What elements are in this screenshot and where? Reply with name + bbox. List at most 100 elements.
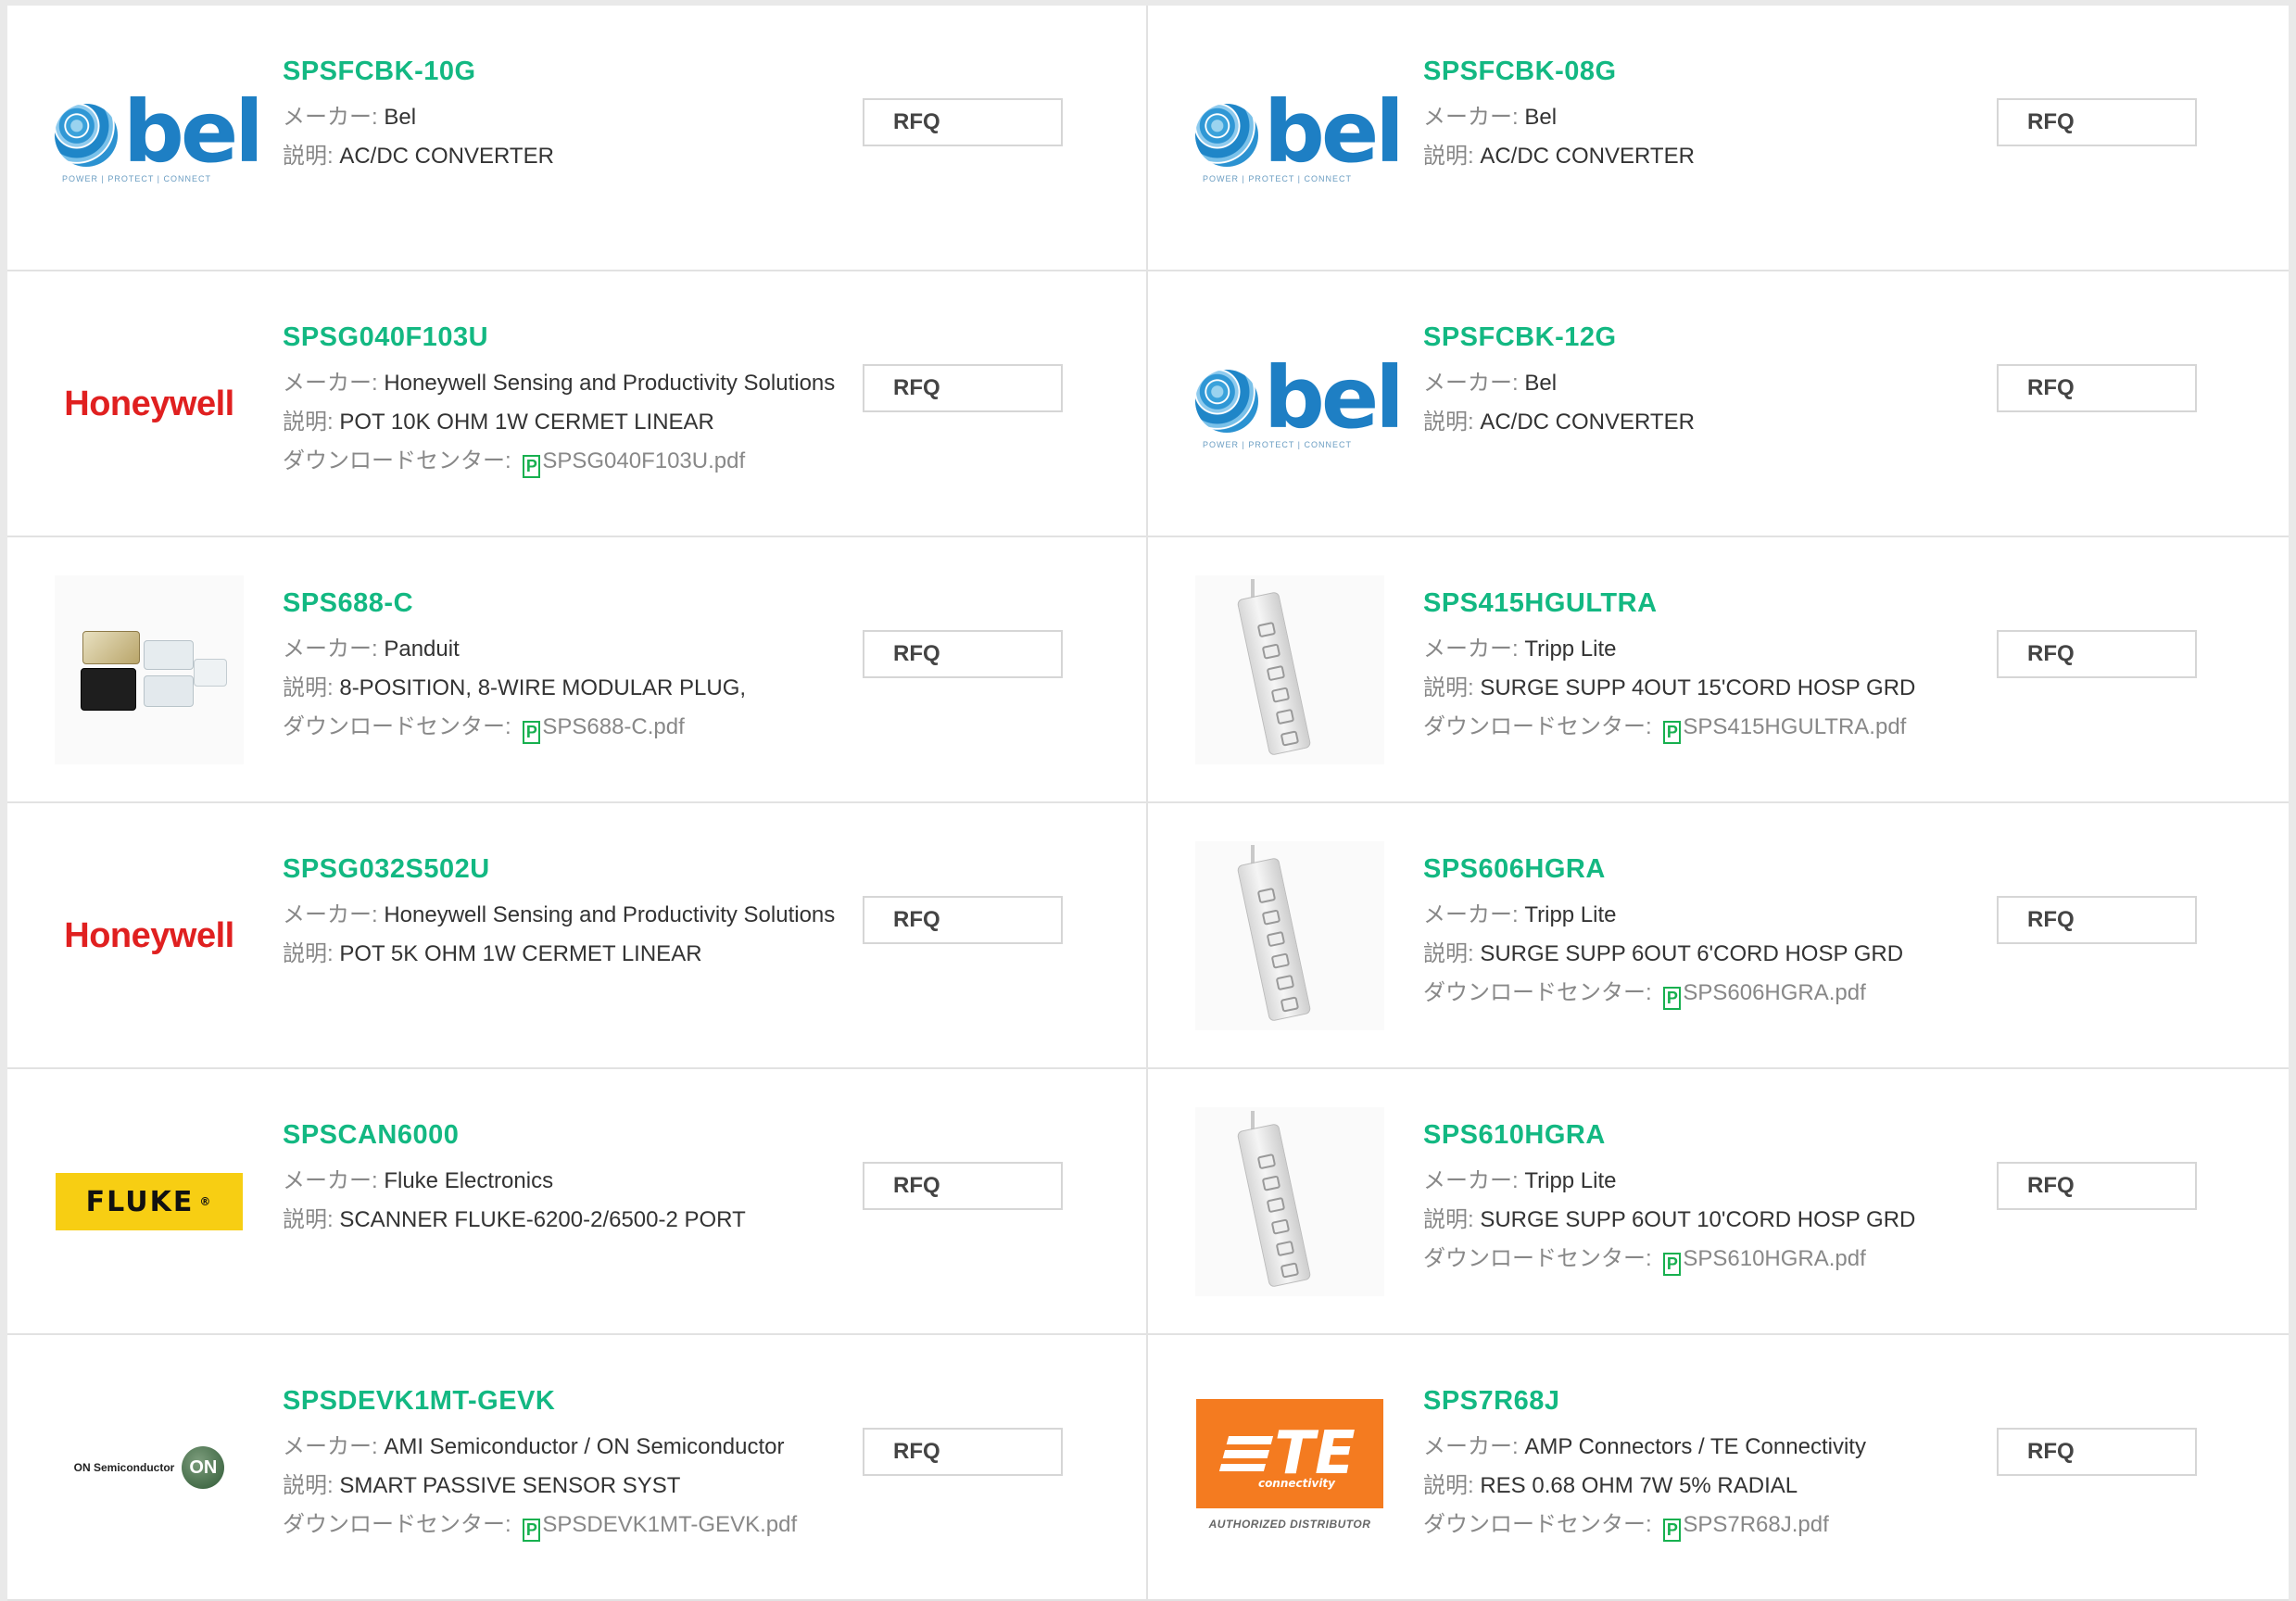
product-card: ON Semiconductor ON SPSDEVK1MT-GEVK メーカー: … bbox=[7, 1335, 1148, 1601]
datasheet-link[interactable]: SPS688-C.pdf bbox=[542, 714, 684, 739]
pdf-icon[interactable]: P bbox=[523, 455, 541, 478]
pdf-icon[interactable]: P bbox=[523, 1519, 541, 1542]
manufacturer-logo[interactable]: bel POWER | PROTECT | CONNECT bbox=[55, 44, 264, 233]
manufacturer-logo[interactable]: ON Semiconductor ON bbox=[55, 1373, 244, 1562]
description-value: SMART PASSIVE SENSOR SYST bbox=[339, 1473, 681, 1498]
manufacturer-line: メーカー: Tripp Lite bbox=[1423, 896, 1988, 935]
pdf-icon[interactable]: P bbox=[1663, 721, 1682, 744]
description-value: SURGE SUPP 6OUT 6'CORD HOSP GRD bbox=[1480, 941, 1904, 966]
pdf-icon[interactable]: P bbox=[1663, 1519, 1682, 1542]
rfq-button[interactable]: RFQ bbox=[1997, 98, 2197, 146]
product-info: SPSDEVK1MT-GEVK メーカー: AMI Semiconductor … bbox=[283, 1386, 848, 1544]
manufacturer-logo[interactable]: bel POWER | PROTECT | CONNECT bbox=[1195, 44, 1405, 233]
rfq-button[interactable]: RFQ bbox=[863, 98, 1063, 146]
download-label: ダウンロードセンター: bbox=[1423, 1512, 1659, 1537]
manufacturer-logo[interactable] bbox=[1195, 575, 1384, 764]
datasheet-link[interactable]: SPS606HGRA.pdf bbox=[1683, 980, 1865, 1005]
description-value: AC/DC CONVERTER bbox=[1480, 144, 1695, 169]
rfq-button[interactable]: RFQ bbox=[863, 1428, 1063, 1476]
description-line: 説明: RES 0.68 OHM 7W 5% RADIAL bbox=[1423, 1467, 1988, 1506]
manufacturer-logo[interactable] bbox=[1195, 1107, 1384, 1296]
download-label: ダウンロードセンター: bbox=[1423, 980, 1659, 1005]
manufacturer-line: メーカー: Honeywell Sensing and Productivity… bbox=[283, 364, 848, 403]
bel-logo: bel POWER | PROTECT | CONNECT bbox=[1195, 348, 1405, 455]
bel-logo-tagline: POWER | PROTECT | CONNECT bbox=[1203, 440, 1353, 449]
download-label: ダウンロードセンター: bbox=[283, 1512, 518, 1537]
description-line: 説明: AC/DC CONVERTER bbox=[1423, 137, 1988, 176]
part-number-link[interactable]: SPSFCBK-08G bbox=[1423, 57, 1988, 87]
manufacturer-line: メーカー: AMP Connectors / TE Connectivity bbox=[1423, 1428, 1988, 1467]
manufacturer-line: メーカー: AMI Semiconductor / ON Semiconduct… bbox=[283, 1428, 848, 1467]
part-number-link[interactable]: SPS610HGRA bbox=[1423, 1120, 1988, 1151]
datasheet-link[interactable]: SPS415HGULTRA.pdf bbox=[1683, 714, 1906, 739]
part-number-link[interactable]: SPS7R68J bbox=[1423, 1386, 1988, 1417]
bel-logo: bel POWER | PROTECT | CONNECT bbox=[1195, 82, 1405, 189]
fluke-logo-word: FLUKE bbox=[85, 1185, 195, 1218]
onsemi-logo: ON Semiconductor ON bbox=[55, 1446, 244, 1489]
te-logo: TE connectivity AUTHORIZED DISTRIBUTOR bbox=[1196, 1399, 1383, 1536]
pdf-icon[interactable]: P bbox=[1663, 987, 1682, 1010]
product-card: TE connectivity AUTHORIZED DISTRIBUTOR SPS7… bbox=[1148, 1335, 2289, 1601]
rfq-button[interactable]: RFQ bbox=[1997, 1428, 2197, 1476]
manufacturer-value: Bel bbox=[384, 105, 417, 130]
honeywell-logo: Honeywell bbox=[64, 915, 234, 955]
part-number-link[interactable]: SPSG032S502U bbox=[283, 854, 848, 885]
manufacturer-line: メーカー: Honeywell Sensing and Productivity… bbox=[283, 896, 848, 935]
manufacturer-label: メーカー: bbox=[283, 371, 385, 396]
manufacturer-logo[interactable] bbox=[55, 575, 244, 764]
description-line: 説明: SURGE SUPP 6OUT 10'CORD HOSP GRD bbox=[1423, 1201, 1988, 1240]
rfq-button[interactable]: RFQ bbox=[863, 630, 1063, 678]
description-line: 説明: 8-POSITION, 8-WIRE MODULAR PLUG, bbox=[283, 669, 848, 708]
description-line: 説明: SMART PASSIVE SENSOR SYST bbox=[283, 1467, 848, 1506]
rfq-button[interactable]: RFQ bbox=[863, 896, 1063, 944]
description-value: AC/DC CONVERTER bbox=[339, 144, 554, 169]
manufacturer-value: AMI Semiconductor / ON Semiconductor bbox=[384, 1434, 785, 1459]
pdf-icon[interactable]: P bbox=[523, 721, 541, 744]
part-number-link[interactable]: SPS415HGULTRA bbox=[1423, 588, 1988, 619]
rfq-button[interactable]: RFQ bbox=[1997, 896, 2197, 944]
download-line: ダウンロードセンター: P SPS688-C.pdf bbox=[283, 708, 848, 747]
product-info: SPSCAN6000 メーカー: Fluke Electronics 説明: S… bbox=[283, 1120, 848, 1240]
bel-logo-tagline: POWER | PROTECT | CONNECT bbox=[1203, 174, 1353, 183]
part-number-link[interactable]: SPSG040F103U bbox=[283, 322, 848, 353]
rfq-button[interactable]: RFQ bbox=[1997, 1162, 2197, 1210]
manufacturer-logo[interactable]: Honeywell bbox=[55, 309, 244, 498]
power-strip-photo bbox=[1195, 575, 1384, 764]
part-number-link[interactable]: SPSFCBK-12G bbox=[1423, 322, 1988, 353]
part-number-link[interactable]: SPSDEVK1MT-GEVK bbox=[283, 1386, 848, 1417]
manufacturer-logo[interactable]: Honeywell bbox=[55, 841, 244, 1030]
manufacturer-logo[interactable]: FLUKE ® bbox=[55, 1107, 244, 1296]
part-number-link[interactable]: SPS688-C bbox=[283, 588, 848, 619]
download-label: ダウンロードセンター: bbox=[1423, 1246, 1659, 1271]
description-label: 説明: bbox=[283, 1207, 340, 1232]
rfq-button[interactable]: RFQ bbox=[863, 364, 1063, 412]
part-number-link[interactable]: SPSFCBK-10G bbox=[283, 57, 848, 87]
product-info: SPSFCBK-08G メーカー: Bel 説明: AC/DC CONVERTE… bbox=[1423, 57, 1988, 176]
part-number-link[interactable]: SPSCAN6000 bbox=[283, 1120, 848, 1151]
part-number-link[interactable]: SPS606HGRA bbox=[1423, 854, 1988, 885]
datasheet-link[interactable]: SPS7R68J.pdf bbox=[1683, 1512, 1828, 1537]
rfq-button[interactable]: RFQ bbox=[1997, 364, 2197, 412]
description-line: 説明: SURGE SUPP 6OUT 6'CORD HOSP GRD bbox=[1423, 935, 1988, 974]
datasheet-link[interactable]: SPSDEVK1MT-GEVK.pdf bbox=[542, 1512, 797, 1537]
description-line: 説明: POT 5K OHM 1W CERMET LINEAR bbox=[283, 935, 848, 974]
rfq-button[interactable]: RFQ bbox=[863, 1162, 1063, 1210]
description-label: 説明: bbox=[283, 1473, 340, 1498]
description-line: 説明: SURGE SUPP 4OUT 15'CORD HOSP GRD bbox=[1423, 669, 1988, 708]
te-authorized-distributor: AUTHORIZED DISTRIBUTOR bbox=[1208, 1518, 1371, 1531]
manufacturer-value: Panduit bbox=[384, 637, 460, 662]
rfq-button[interactable]: RFQ bbox=[1997, 630, 2197, 678]
description-label: 説明: bbox=[283, 410, 340, 435]
pdf-icon[interactable]: P bbox=[1663, 1253, 1682, 1276]
bel-globe-icon bbox=[1195, 370, 1258, 433]
product-info: SPS415HGULTRA メーカー: Tripp Lite 説明: SURGE… bbox=[1423, 588, 1988, 747]
manufacturer-logo[interactable]: bel POWER | PROTECT | CONNECT bbox=[1195, 309, 1405, 498]
onsemi-logo-mark: ON bbox=[182, 1446, 225, 1489]
manufacturer-logo[interactable] bbox=[1195, 841, 1384, 1030]
datasheet-link[interactable]: SPSG040F103U.pdf bbox=[542, 448, 745, 473]
product-card: SPS606HGRA メーカー: Tripp Lite 説明: SURGE SU… bbox=[1148, 803, 2289, 1069]
datasheet-link[interactable]: SPS610HGRA.pdf bbox=[1683, 1246, 1865, 1271]
manufacturer-label: メーカー: bbox=[1423, 1434, 1525, 1459]
manufacturer-value: Fluke Electronics bbox=[384, 1168, 554, 1193]
manufacturer-logo[interactable]: TE connectivity AUTHORIZED DISTRIBUTOR bbox=[1195, 1373, 1384, 1562]
